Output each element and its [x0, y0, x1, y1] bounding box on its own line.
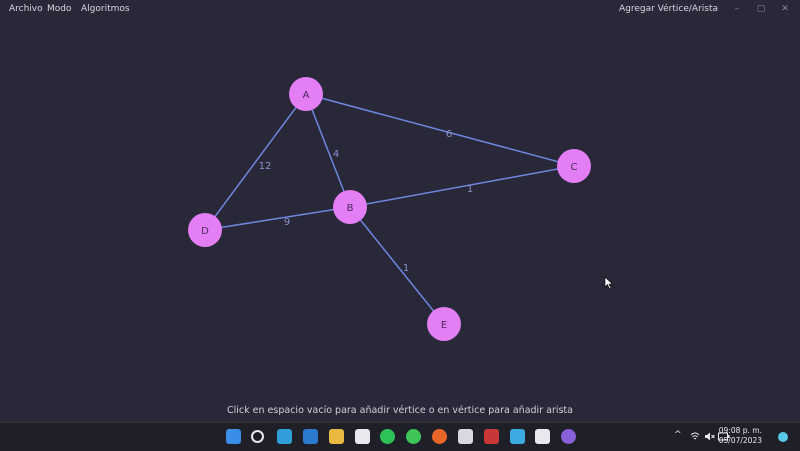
store-icon[interactable]	[355, 429, 370, 444]
wifi-icon[interactable]	[690, 432, 700, 441]
taskbar: ^ 09:08 p. m. 05/07/2023	[0, 422, 800, 451]
edge-a-b	[305, 93, 351, 208]
windows-start-icon[interactable]	[226, 429, 241, 444]
pycharm-icon[interactable]	[510, 429, 525, 444]
file-explorer-icon[interactable]	[329, 429, 344, 444]
search-icon[interactable]	[251, 430, 264, 443]
edge-weight-label: 9	[284, 217, 290, 228]
edge-a-c	[305, 93, 575, 167]
tray-chevron-icon[interactable]: ^	[674, 430, 682, 440]
clock-time: 09:08 p. m.	[718, 426, 762, 435]
mouse-cursor-icon	[604, 276, 614, 290]
status-hint: Click en espacio vacío para añadir vérti…	[227, 405, 573, 416]
firefox-icon[interactable]	[432, 429, 447, 444]
whatsapp-icon[interactable]	[406, 429, 421, 444]
edge-a-d	[204, 93, 307, 231]
photos-icon[interactable]	[535, 429, 550, 444]
app-icon[interactable]	[484, 429, 499, 444]
github-icon[interactable]	[458, 429, 473, 444]
media-player-icon[interactable]	[561, 429, 576, 444]
vertex-label: B	[347, 203, 354, 214]
edge-d-b	[204, 206, 351, 231]
clock[interactable]: 09:08 p. m. 05/07/2023	[719, 426, 762, 446]
edge-weight-label: 12	[259, 161, 272, 172]
vertex-label: E	[441, 320, 447, 331]
edge-weight-label: 1	[403, 263, 409, 274]
edge-icon[interactable]	[277, 429, 292, 444]
edge-b-e	[349, 206, 445, 325]
edge-weight-label: 1	[467, 184, 473, 195]
vertex-label: C	[571, 162, 578, 173]
notification-badge-icon[interactable]	[778, 432, 788, 442]
spotify-icon[interactable]	[380, 429, 395, 444]
vertex-label: A	[303, 90, 310, 101]
vertex-label: D	[201, 226, 209, 237]
edge-b-c	[349, 165, 575, 208]
app-window: Archivo Modo Algoritmos Agregar Vértice/…	[0, 0, 800, 422]
vscode-icon[interactable]	[303, 429, 318, 444]
graph-canvas[interactable]: 6 4 12 1 9 1 A B C D E	[0, 0, 800, 400]
edge-weight-label: 6	[446, 129, 452, 140]
edge-weight-label: 4	[333, 149, 339, 160]
speaker-muted-icon[interactable]	[704, 432, 715, 441]
clock-date: 05/07/2023	[718, 436, 762, 445]
